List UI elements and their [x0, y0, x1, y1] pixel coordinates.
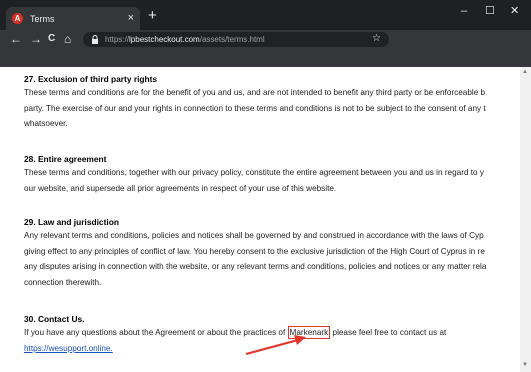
- lock-icon: [92, 35, 98, 44]
- section-line: These terms and conditions, together wit…: [24, 168, 484, 177]
- section-28: 28. Entire agreement These terms and con…: [24, 154, 531, 196]
- back-arrow-icon[interactable]: ←: [10, 32, 22, 46]
- tab-title: Terms: [30, 13, 55, 24]
- section-line: whatsoever.: [24, 119, 68, 128]
- section-line: giving effect to any principles of confl…: [24, 246, 485, 256]
- section-29: 29. Law and jurisdiction Any relevant te…: [24, 217, 531, 290]
- reload-icon[interactable]: C: [48, 32, 55, 46]
- section-line: any disputes arising in connection with …: [24, 262, 487, 271]
- toolbar-strip: [0, 49, 531, 67]
- section-line: Any relevant terms and conditions, polic…: [24, 231, 484, 240]
- home-icon[interactable]: ⌂: [64, 32, 71, 46]
- section-27: 27. Exclusion of third party rights Thes…: [24, 74, 531, 132]
- contact-text-after: please feel free to contact us at: [330, 328, 447, 337]
- section-heading: 30. Contact Us.: [24, 314, 85, 324]
- url-text: https://lpbestcheckout.com/assets/terms.…: [105, 35, 265, 44]
- section-heading: 27. Exclusion of third party rights: [24, 74, 158, 84]
- bookmark-star-icon[interactable]: ☆: [372, 33, 381, 45]
- tab-close-icon[interactable]: ×: [128, 13, 134, 24]
- site-favicon-icon: A: [12, 13, 23, 24]
- section-line: These terms and conditions are for the b…: [24, 88, 486, 97]
- support-link[interactable]: https://wesupport.online.: [24, 344, 113, 353]
- browser-tab[interactable]: A Terms ×: [6, 7, 140, 30]
- url-path: /assets/terms.html: [199, 35, 265, 44]
- section-line: our website, and supersede all prior agr…: [24, 183, 337, 193]
- url-host: lpbestcheckout.com: [129, 35, 200, 44]
- url-scheme: https://: [105, 35, 130, 44]
- minimize-button[interactable]: –: [461, 5, 467, 17]
- section-line: party. The exercise of our and your righ…: [24, 103, 486, 113]
- browser-titlebar: A Terms × + – ☐ ✕: [0, 0, 531, 30]
- forward-arrow-icon[interactable]: →: [30, 32, 42, 46]
- page-scrollbar[interactable]: [520, 67, 531, 372]
- scroll-up-icon[interactable]: ▲: [522, 69, 528, 75]
- close-window-button[interactable]: ✕: [510, 5, 519, 17]
- scroll-down-icon[interactable]: ▼: [522, 362, 528, 368]
- new-tab-button[interactable]: +: [148, 8, 157, 23]
- section-heading: 29. Law and jurisdiction: [24, 217, 119, 227]
- section-heading: 28. Entire agreement: [24, 154, 107, 164]
- annotation-arrow-icon: [245, 335, 306, 356]
- address-bar[interactable]: https://lpbestcheckout.com/assets/terms.…: [83, 32, 389, 47]
- section-line: connection therewith.: [24, 277, 102, 287]
- browser-toolbar: ← → C ⌂ https://lpbestcheckout.com/asset…: [0, 30, 531, 49]
- maximize-button[interactable]: ☐: [485, 5, 495, 17]
